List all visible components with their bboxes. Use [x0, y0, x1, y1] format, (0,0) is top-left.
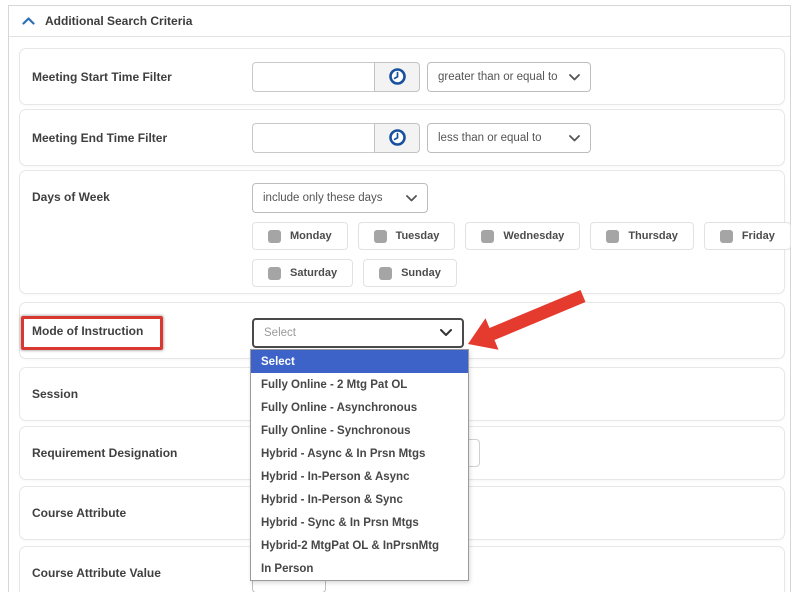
meeting-start-time-picker-button[interactable]	[374, 62, 420, 92]
panel-title: Additional Search Criteria	[45, 14, 192, 28]
day-label: Monday	[290, 230, 332, 242]
clock-icon	[388, 67, 407, 86]
day-checkbox-monday[interactable]: Monday	[252, 222, 348, 250]
meeting-start-label: Meeting Start Time Filter	[32, 70, 252, 84]
meeting-end-time-picker-button[interactable]	[374, 123, 420, 153]
chevron-down-icon	[569, 129, 580, 147]
day-label: Wednesday	[503, 230, 564, 242]
option-hybrid-sync-in-prsn-mtgs[interactable]: Hybrid - Sync & In Prsn Mtgs	[251, 511, 468, 534]
day-label: Friday	[742, 230, 775, 242]
option-hybrid-in-person-async[interactable]: Hybrid - In-Person & Async	[251, 465, 468, 488]
collapse-chevron-up-icon[interactable]	[22, 17, 35, 25]
checkbox-icon	[374, 230, 387, 243]
clock-icon	[388, 128, 407, 147]
checkbox-icon	[606, 230, 619, 243]
meeting-start-time-group	[252, 62, 420, 92]
option-fully-online-asynchronous[interactable]: Fully Online - Asynchronous	[251, 396, 468, 419]
checkbox-icon	[268, 267, 281, 280]
day-label: Saturday	[290, 267, 337, 279]
option-fully-online-2-mtg-pat-ol[interactable]: Fully Online - 2 Mtg Pat OL	[251, 373, 468, 396]
course-attribute-value-label: Course Attribute Value	[32, 566, 252, 580]
meeting-end-time-group	[252, 123, 420, 153]
day-checkbox-saturday[interactable]: Saturday	[252, 259, 353, 287]
meeting-start-row: Meeting Start Time Filter greater than o…	[19, 48, 785, 105]
requirement-designation-label: Requirement Designation	[32, 446, 252, 460]
chevron-down-icon	[569, 68, 580, 86]
day-checkbox-friday[interactable]: Friday	[704, 222, 791, 250]
meeting-start-comparator-select[interactable]: greater than or equal to	[427, 62, 591, 92]
mode-of-instruction-dropdown: Select Fully Online - 2 Mtg Pat OL Fully…	[250, 349, 469, 581]
checkbox-icon	[481, 230, 494, 243]
additional-search-criteria-panel: Additional Search Criteria Meeting Start…	[8, 5, 791, 592]
days-of-week-label: Days of Week	[32, 183, 252, 287]
checkbox-icon	[379, 267, 392, 280]
option-hybrid-2-mtgpat-ol-inprsnmtg[interactable]: Hybrid-2 MtgPat OL & InPrsnMtg	[251, 534, 468, 557]
comparator-value: less than or equal to	[438, 132, 542, 144]
option-hybrid-in-person-sync[interactable]: Hybrid - In-Person & Sync	[251, 488, 468, 511]
mode-select-value: Select	[264, 327, 296, 339]
chevron-down-icon	[440, 324, 452, 342]
comparator-value: greater than or equal to	[438, 71, 558, 83]
screen: Additional Search Criteria Meeting Start…	[0, 0, 800, 592]
panel-header: Additional Search Criteria	[9, 6, 790, 37]
meeting-end-label: Meeting End Time Filter	[32, 131, 252, 145]
day-checkbox-thursday[interactable]: Thursday	[590, 222, 694, 250]
days-of-week-row: Days of Week include only these days Mon…	[19, 170, 785, 294]
day-label: Thursday	[628, 230, 678, 242]
meeting-end-input[interactable]	[252, 123, 374, 153]
mode-of-instruction-row: Mode of Instruction Select Select Fully …	[19, 302, 785, 359]
meeting-start-input[interactable]	[252, 62, 374, 92]
checkbox-icon	[268, 230, 281, 243]
session-label: Session	[32, 387, 252, 401]
meeting-end-row: Meeting End Time Filter less than or equ…	[19, 109, 785, 166]
day-checkbox-sunday[interactable]: Sunday	[363, 259, 457, 287]
option-in-person[interactable]: In Person	[251, 557, 468, 580]
option-fully-online-synchronous[interactable]: Fully Online - Synchronous	[251, 419, 468, 442]
mode-of-instruction-label: Mode of Instruction	[32, 324, 252, 338]
course-attribute-label: Course Attribute	[32, 506, 252, 520]
meeting-end-comparator-select[interactable]: less than or equal to	[427, 123, 591, 153]
days-mode-select[interactable]: include only these days	[252, 183, 428, 213]
checkbox-icon	[720, 230, 733, 243]
option-select[interactable]: Select	[251, 350, 468, 373]
day-label: Tuesday	[396, 230, 440, 242]
day-checkbox-wednesday[interactable]: Wednesday	[465, 222, 580, 250]
mode-of-instruction-select[interactable]: Select	[252, 318, 464, 348]
option-hybrid-async-in-prsn-mtgs[interactable]: Hybrid - Async & In Prsn Mtgs	[251, 442, 468, 465]
day-label: Sunday	[401, 267, 441, 279]
days-mode-value: include only these days	[263, 192, 383, 204]
chevron-down-icon	[406, 189, 417, 207]
day-checkbox-tuesday[interactable]: Tuesday	[358, 222, 456, 250]
